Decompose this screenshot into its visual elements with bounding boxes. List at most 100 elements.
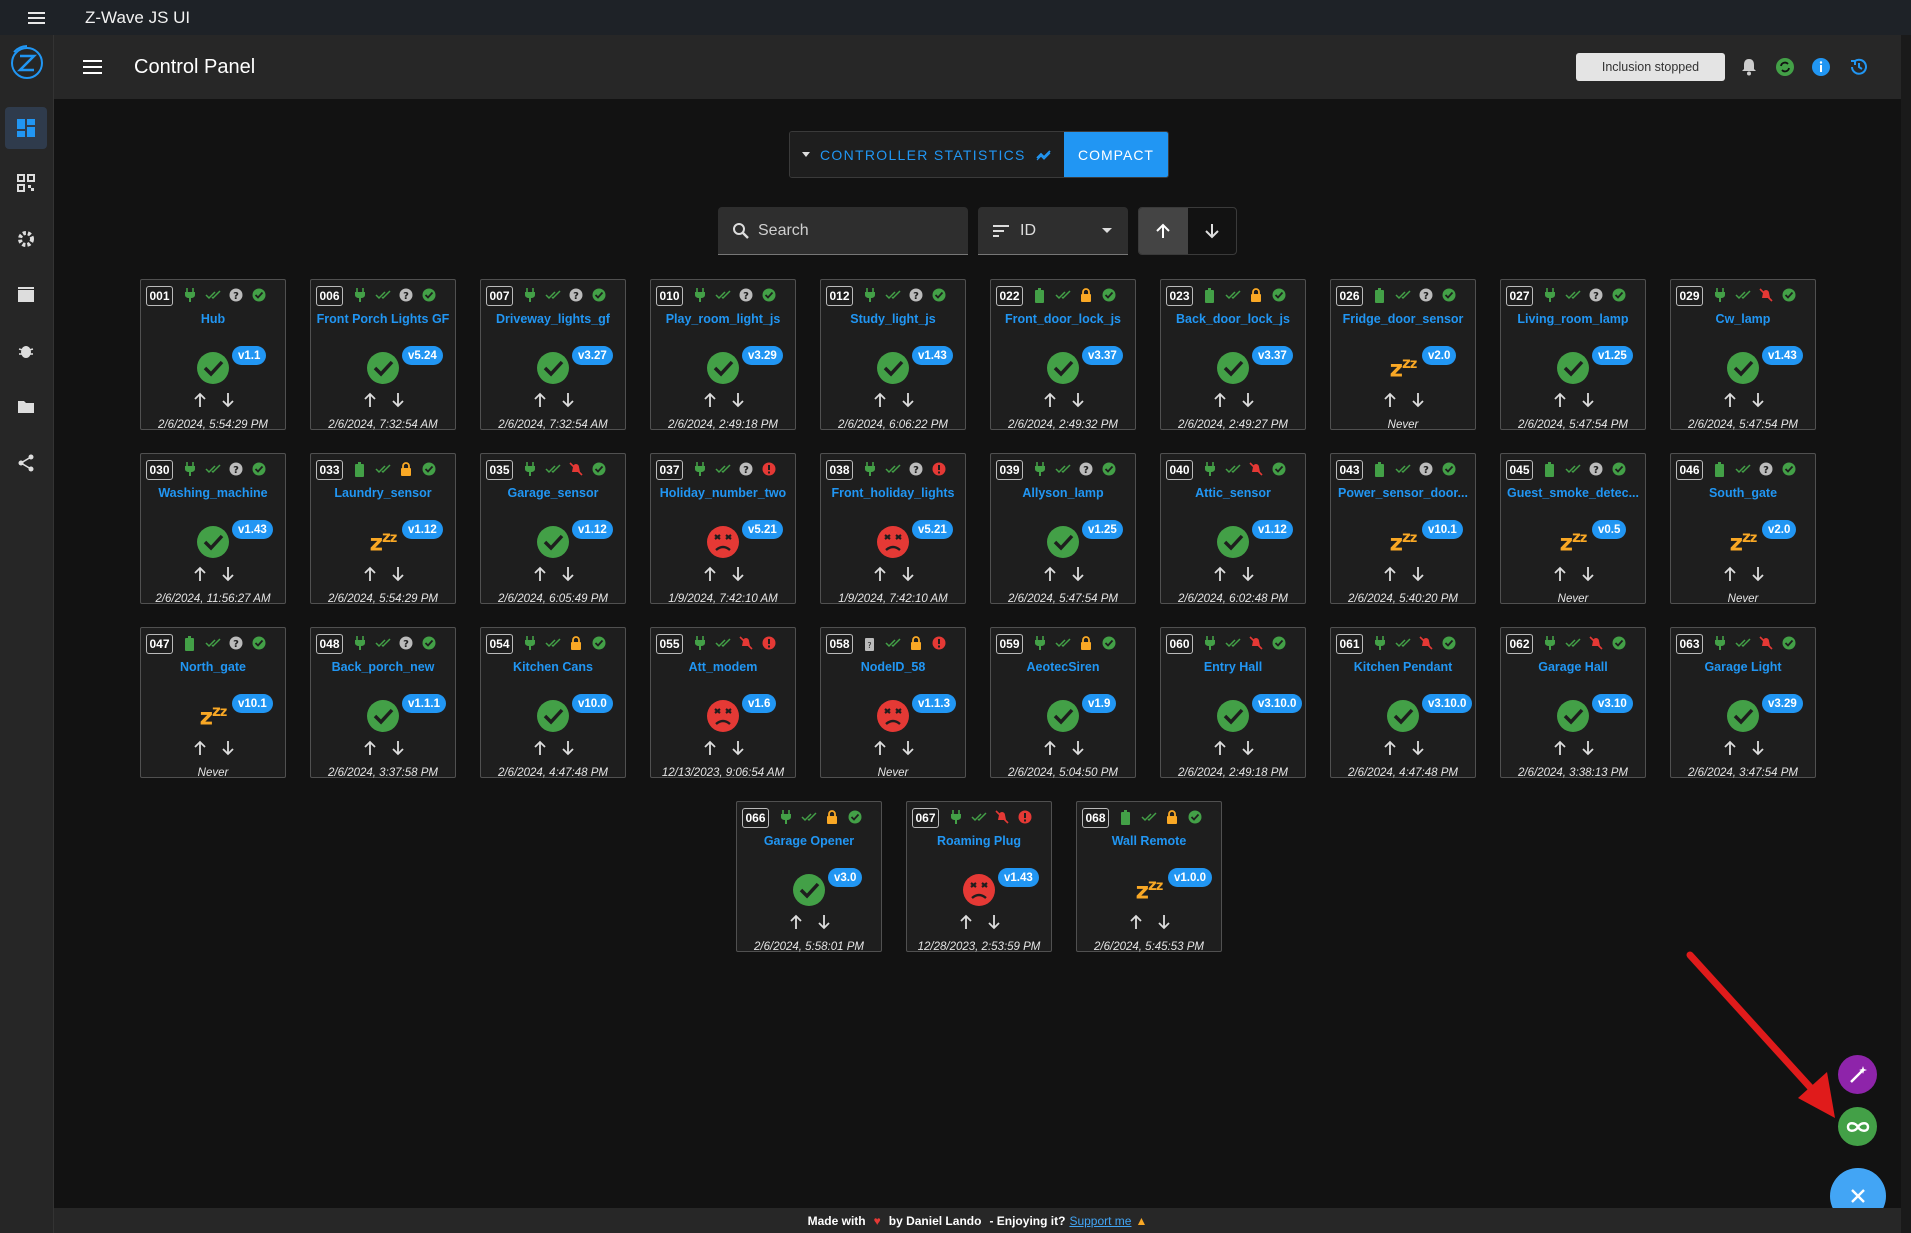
inclusion-status-chip[interactable]: Inclusion stopped (1576, 53, 1725, 81)
node-name[interactable]: Garage_sensor (483, 486, 623, 500)
nav-store[interactable] (5, 386, 47, 428)
node-card[interactable]: 006 ? Front Porch Lights GF v5.24 2/6/20… (310, 279, 456, 431)
nav-network-graph[interactable] (5, 442, 47, 484)
info-icon[interactable] (1809, 55, 1833, 79)
node-name[interactable]: North_gate (143, 660, 283, 674)
node-name[interactable]: AeotecSiren (993, 660, 1133, 674)
bell-icon[interactable] (1737, 55, 1761, 79)
node-card[interactable]: 054 Kitchen Cans v10.0 2/6/2024, 4:47:48… (480, 627, 626, 779)
scrollbar[interactable] (1901, 35, 1911, 1233)
node-id: 060 (1166, 634, 1193, 654)
node-name[interactable]: Roaming Plug (909, 834, 1049, 848)
node-name[interactable]: Holiday_number_two (653, 486, 793, 500)
node-name[interactable]: Garage Light (1673, 660, 1813, 674)
node-card[interactable]: 063 Garage Light v3.29 2/6/2024, 3:47:54… (1670, 627, 1816, 779)
route-icon (1394, 634, 1411, 652)
node-name[interactable]: Guest_smoke_detec... (1503, 486, 1643, 500)
node-card[interactable]: 067 Roaming Plug v1.43 12/28/2023, 2:53:… (906, 801, 1052, 953)
last-active: 12/28/2023, 2:53:59 PM (917, 941, 1041, 953)
node-card[interactable]: 037 ? Holiday_number_two v5.21 1/9/2024,… (650, 453, 796, 605)
node-card[interactable]: 048 ? Back_porch_new v1.1.1 2/6/2024, 3:… (310, 627, 456, 779)
wizard-button[interactable] (1838, 1055, 1877, 1094)
node-card[interactable]: 012 ? Study_light_js v1.43 2/6/2024, 6:0… (820, 279, 966, 431)
node-name[interactable]: Laundry_sensor (313, 486, 453, 500)
node-name[interactable]: Power_sensor_door... (1333, 486, 1473, 500)
node-card[interactable]: 047 ? North_gate zzz v10.1 Never (140, 627, 286, 779)
node-card[interactable]: 055 Att_modem v1.6 12/13/2023, 9:06:54 A… (650, 627, 796, 779)
sort-select[interactable]: ID (978, 207, 1128, 255)
node-name[interactable]: Front_holiday_lights (823, 486, 963, 500)
os-menu-icon[interactable] (0, 0, 72, 35)
node-name[interactable]: NodeID_58 (823, 660, 963, 674)
node-name[interactable]: Entry Hall (1163, 660, 1303, 674)
node-name[interactable]: Back_door_lock_js (1163, 312, 1303, 326)
node-name[interactable]: Allyson_lamp (993, 486, 1133, 500)
node-name[interactable]: Fridge_door_sensor (1333, 312, 1473, 326)
plug-icon (521, 634, 538, 652)
nav-settings[interactable] (5, 218, 47, 260)
nav-debug[interactable] (5, 330, 47, 372)
nav-control-panel[interactable] (5, 107, 47, 149)
node-card[interactable]: 045 ? Guest_smoke_detec... zzz v0.5 Neve… (1500, 453, 1646, 605)
node-card[interactable]: 058 ? NodeID_58 v1.1.3 Never (820, 627, 966, 779)
history-icon[interactable] (1847, 55, 1871, 79)
node-card[interactable]: 001 ? Hub v1.1 2/6/2024, 5:54:29 PM (140, 279, 286, 431)
node-card[interactable]: 010 ? Play_room_light_js v3.29 2/6/2024,… (650, 279, 796, 431)
node-card[interactable]: 038 ? Front_holiday_lights v5.21 1/9/202… (820, 453, 966, 605)
sync-icon[interactable] (1773, 55, 1797, 79)
node-name[interactable]: Hub (143, 312, 283, 326)
node-card[interactable]: 007 ? Driveway_lights_gf v3.27 2/6/2024,… (480, 279, 626, 431)
node-name[interactable]: Wall Remote (1079, 834, 1219, 848)
node-name[interactable]: Att_modem (653, 660, 793, 674)
node-card[interactable]: 039 ? Allyson_lamp v1.25 2/6/2024, 5:47:… (990, 453, 1136, 605)
node-status-icons: ? (1541, 460, 1627, 478)
node-card[interactable]: 022 Front_door_lock_js v3.37 2/6/2024, 2… (990, 279, 1136, 431)
node-name[interactable]: Cw_lamp (1673, 312, 1813, 326)
node-name[interactable]: Washing_machine (143, 486, 283, 500)
node-name[interactable]: Back_porch_new (313, 660, 453, 674)
node-card[interactable]: 066 Garage Opener v3.0 2/6/2024, 5:58:01… (736, 801, 882, 953)
node-card[interactable]: 033 Laundry_sensor zzz v1.12 2/6/2024, 5… (310, 453, 456, 605)
support-link[interactable]: Support me (1069, 1214, 1131, 1228)
node-card[interactable]: 027 ? Living_room_lamp v1.25 2/6/2024, 5… (1500, 279, 1646, 431)
node-card[interactable]: 068 Wall Remote zzz v1.0.0 2/6/2024, 5:4… (1076, 801, 1222, 953)
controller-statistics-button[interactable]: CONTROLLER STATISTICS (790, 132, 1064, 177)
node-name[interactable]: Attic_sensor (1163, 486, 1303, 500)
search-input[interactable]: Search (718, 207, 968, 255)
node-card[interactable]: 030 ? Washing_machine v1.43 2/6/2024, 11… (140, 453, 286, 605)
node-card[interactable]: 060 Entry Hall v3.10.0 2/6/2024, 2:49:18… (1160, 627, 1306, 779)
battery-icon (1371, 286, 1388, 304)
node-card[interactable]: 029 Cw_lamp v1.43 2/6/2024, 5:47:54 PM (1670, 279, 1816, 431)
nav-scenes[interactable] (5, 274, 47, 316)
route-icon (1564, 460, 1581, 478)
node-card[interactable]: 043 ? Power_sensor_door... zzz v10.1 2/6… (1330, 453, 1476, 605)
node-name[interactable]: Driveway_lights_gf (483, 312, 623, 326)
node-name[interactable]: Garage Opener (739, 834, 879, 848)
node-name[interactable]: Play_room_light_js (653, 312, 793, 326)
sort-descending-button[interactable] (1188, 208, 1237, 254)
node-name[interactable]: Kitchen Pendant (1333, 660, 1473, 674)
node-status-icons: ? (861, 460, 947, 478)
node-card[interactable]: 023 Back_door_lock_js v3.37 2/6/2024, 2:… (1160, 279, 1306, 431)
node-card[interactable]: 046 ? South_gate zzz v2.0 Never (1670, 453, 1816, 605)
sort-ascending-button[interactable] (1139, 208, 1188, 254)
node-name[interactable]: Kitchen Cans (483, 660, 623, 674)
node-status-icons: ? (521, 286, 607, 304)
menu-icon[interactable] (65, 35, 120, 99)
node-name[interactable]: Study_light_js (823, 312, 963, 326)
node-card[interactable]: 035 Garage_sensor v1.12 2/6/2024, 6:05:4… (480, 453, 626, 605)
firmware-version-badge: v2.0 (1422, 346, 1457, 365)
node-name[interactable]: Front_door_lock_js (993, 312, 1133, 326)
node-card[interactable]: 040 Attic_sensor v1.12 2/6/2024, 6:02:48… (1160, 453, 1306, 605)
node-card[interactable]: 026 ? Fridge_door_sensor zzz v2.0 Never (1330, 279, 1476, 431)
node-name[interactable]: Living_room_lamp (1503, 312, 1643, 326)
infinity-action-button[interactable] (1838, 1107, 1877, 1146)
node-name[interactable]: Garage Hall (1503, 660, 1643, 674)
node-card[interactable]: 062 Garage Hall v3.10 2/6/2024, 3:38:13 … (1500, 627, 1646, 779)
node-name[interactable]: Front Porch Lights GF (313, 312, 453, 326)
nav-smart-start[interactable] (5, 162, 47, 204)
compact-button[interactable]: COMPACT (1064, 132, 1168, 177)
node-card[interactable]: 061 Kitchen Pendant v3.10.0 2/6/2024, 4:… (1330, 627, 1476, 779)
node-name[interactable]: South_gate (1673, 486, 1813, 500)
node-card[interactable]: 059 AeotecSiren v1.9 2/6/2024, 5:04:50 P… (990, 627, 1136, 779)
